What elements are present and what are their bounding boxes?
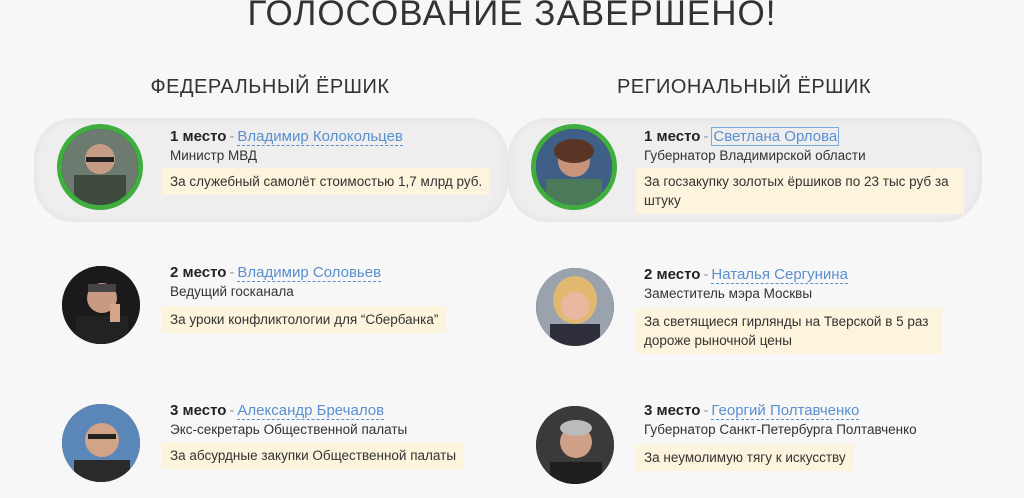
- person-link[interactable]: Георгий Полтавченко: [711, 402, 860, 420]
- person-link[interactable]: Наталья Сергунина: [711, 266, 848, 284]
- separator: -: [703, 128, 709, 145]
- place-label: 3 место: [644, 402, 701, 419]
- regional-card-3: 3 место - Георгий Полтавченко Губернатор С…: [508, 394, 982, 498]
- person-link[interactable]: Светлана Орлова: [711, 127, 840, 146]
- avatar: [62, 404, 140, 482]
- separator: -: [229, 128, 235, 145]
- person-role: Ведущий госканала: [170, 284, 294, 299]
- separator: -: [229, 402, 235, 419]
- avatar: [536, 268, 614, 346]
- regional-heading: РЕГИОНАЛЬНЫЙ ЁРШИК: [616, 76, 872, 98]
- reason-badge: За уроки конфликтологии для “Сбербанка”: [162, 306, 447, 333]
- person-link[interactable]: Владимир Соловьев: [237, 264, 382, 282]
- reason-badge: За светящиеся гирлянды на Тверской в 5 р…: [636, 308, 942, 354]
- avatar: [57, 124, 143, 210]
- place-line: 2 место - Наталья Сергунина: [644, 266, 848, 284]
- reason-badge: За госзакупку золотых ёршиков по 23 тыс …: [636, 168, 964, 214]
- avatar: [62, 266, 140, 344]
- place-label: 1 место: [170, 128, 227, 145]
- separator: -: [703, 266, 709, 283]
- place-line: 2 место - Владимир Соловьев: [170, 264, 382, 282]
- place-line: 1 место - Светлана Орлова: [644, 127, 840, 146]
- person-role: Губернатор Санкт-Петербурга Полтавченко: [644, 422, 917, 437]
- person-role: Заместитель мэра Москвы: [644, 286, 813, 301]
- federal-card-2: 2 место - Владимир Соловьев Ведущий госкан…: [34, 256, 508, 360]
- regional-card-1: 1 место - Светлана Орлова Губернатор Влади…: [508, 118, 982, 222]
- place-label: 3 место: [170, 402, 227, 419]
- place-line: 1 место - Владимир Колокольцев: [170, 128, 403, 146]
- person-role: Экс-секретарь Общественной палаты: [170, 422, 408, 437]
- place-label: 2 место: [170, 264, 227, 281]
- page-title: ГОЛОСОВАНИЕ ЗАВЕРШЕНО!: [247, 0, 777, 33]
- place-label: 1 место: [644, 128, 701, 145]
- person-link[interactable]: Александр Бречалов: [237, 402, 385, 420]
- federal-heading: ФЕДЕРАЛЬНЫЙ ЁРШИК: [150, 76, 390, 98]
- separator: -: [703, 402, 709, 419]
- reason-badge: За неумолимую тягу к искусству: [636, 444, 854, 471]
- avatar: [531, 124, 617, 210]
- person-link[interactable]: Владимир Колокольцев: [237, 128, 403, 146]
- place-line: 3 место - Александр Бречалов: [170, 402, 385, 420]
- place-line: 3 место - Георгий Полтавченко: [644, 402, 860, 420]
- place-label: 2 место: [644, 266, 701, 283]
- person-role: Губернатор Владимирской области: [644, 148, 866, 163]
- reason-badge: За абсурдные закупки Общественной палаты: [162, 442, 465, 469]
- person-role: Министр МВД: [170, 148, 258, 163]
- reason-badge: За служебный самолёт стоимостью 1,7 млрд…: [162, 168, 491, 195]
- separator: -: [229, 264, 235, 281]
- regional-card-2: 2 место - Наталья Сергунина Заместитель мэ…: [508, 256, 982, 360]
- avatar: [536, 406, 614, 484]
- federal-card-1: 1 место - Владимир Колокольцев Министр МВД…: [34, 118, 508, 222]
- federal-card-3: 3 место - Александр Бречалов Экс-секретарь…: [34, 394, 508, 498]
